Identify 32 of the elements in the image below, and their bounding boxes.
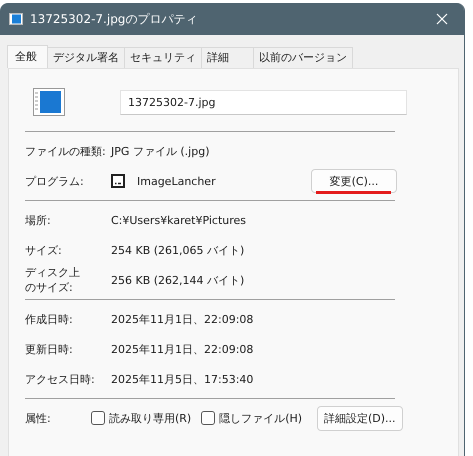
change-button[interactable]: 変更(C)... [311,169,397,193]
field-label: ディスク上 [25,265,80,280]
field-label: のサイズ: [25,280,73,295]
field-value: 2025年11月1日、22:09:08 [111,312,254,326]
close-icon [436,13,448,25]
image-app-icon [111,174,125,188]
field-label: 場所: [25,212,52,228]
field-label: 作成日時: [25,312,74,326]
field-label: アクセス日時: [25,372,96,386]
field-label: プログラム: [25,174,85,188]
window-title: 13725302-7.jpgのプロパティ [30,10,198,28]
field-value: JPG ファイル (.jpg) [111,144,210,158]
checkbox[interactable] [91,411,105,425]
advanced-button[interactable]: 詳細設定(D)... [317,406,403,430]
field-value: 2025年11月5日、17:53:40 [111,372,254,386]
checkbox-label[interactable]: 隠しファイル(H) [219,410,302,426]
field-value: 2025年11月1日、22:09:08 [111,342,254,356]
field-value: 254 KB (261,065 バイト) [111,242,244,258]
file-name-field[interactable]: 13725302-7.jpg [120,90,407,114]
tab[interactable]: 全般 [7,45,48,68]
field-label: 更新日時: [25,342,74,356]
field-value: C:¥Users¥karet¥Pictures [111,214,246,226]
field-label: 属性: [25,410,52,426]
field-label: ファイルの種類: [25,144,107,158]
field-value: 256 KB (262,144 バイト) [111,272,244,288]
checkbox-label[interactable]: 読み取り専用(R) [109,410,192,426]
tab[interactable]: 以前のバージョン [253,47,353,68]
field-label: サイズ: [25,242,63,258]
program-name: ImageLancher [137,174,216,188]
checkbox[interactable] [201,411,216,425]
file-icon [9,13,23,25]
image-file-icon [33,88,65,116]
